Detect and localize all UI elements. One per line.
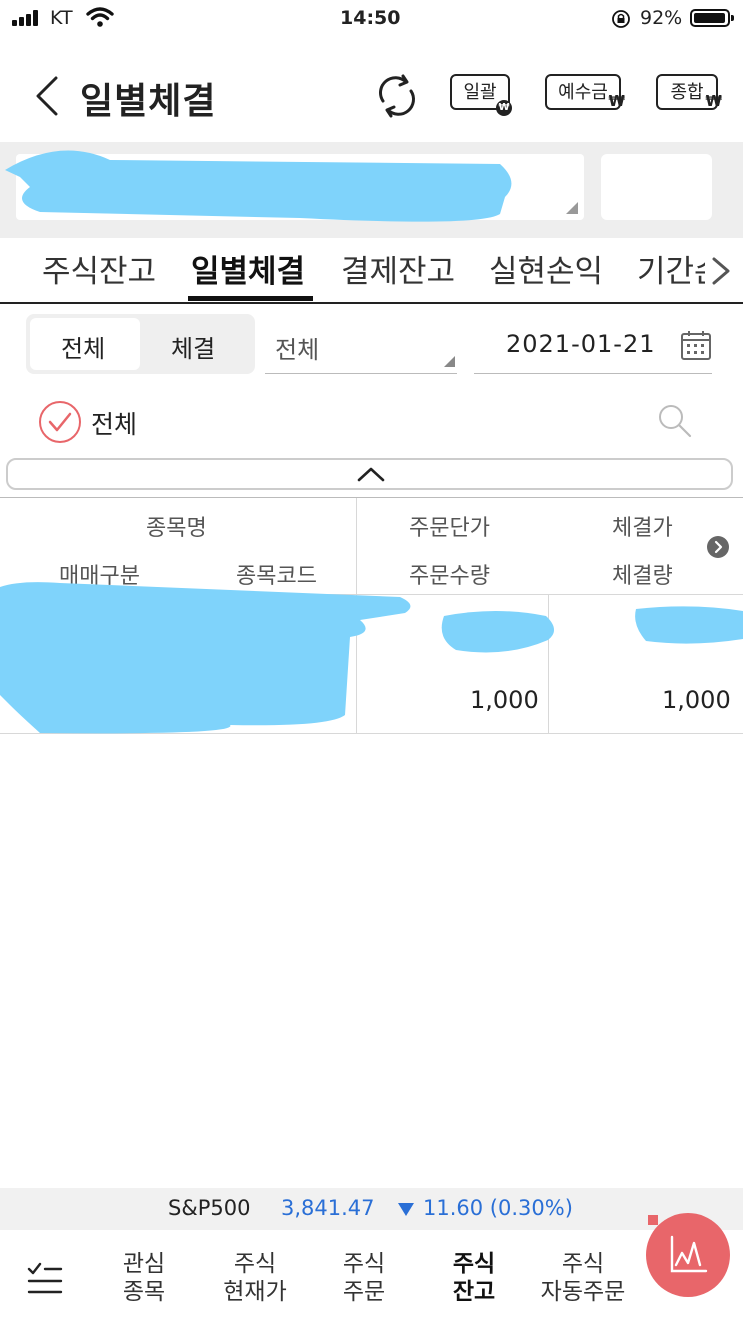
more-columns-icon[interactable]	[707, 536, 729, 558]
signal-icon	[12, 10, 42, 26]
segment-all[interactable]: 전체	[61, 329, 105, 364]
type-dropdown[interactable]: 전체	[265, 318, 457, 374]
header-stock-name: 종목명	[146, 516, 207, 541]
tab-daily-execution[interactable]: 일별체결	[191, 246, 305, 291]
chevron-up-icon	[357, 467, 385, 482]
line-chart-icon	[670, 1235, 708, 1273]
back-icon[interactable]	[34, 76, 60, 116]
redaction-mark	[635, 606, 743, 644]
battery-percent: 92%	[640, 7, 683, 29]
header-order-qty: 주문수량	[409, 564, 490, 589]
deposit-button[interactable]: 예수금 ₩	[545, 74, 625, 110]
segment-executed[interactable]: 체결	[171, 329, 215, 364]
wifi-icon	[86, 7, 114, 27]
check-circle-icon[interactable]	[38, 400, 82, 444]
nav-balance[interactable]: 주식 잔고	[434, 1250, 514, 1306]
deposit-label: 예수금	[558, 82, 608, 103]
tab-divider	[0, 302, 743, 304]
header-exec-price: 체결가	[612, 516, 673, 541]
carrier-label: KT	[50, 7, 73, 29]
orientation-lock-icon	[612, 10, 630, 28]
type-dropdown-value: 전체	[275, 336, 320, 364]
index-name: S&P500	[168, 1196, 251, 1220]
date-value: 2021-01-21	[506, 330, 656, 358]
index-value: 3,841.47	[281, 1196, 375, 1220]
nav-current-price[interactable]: 주식 현재가	[205, 1250, 305, 1306]
dropdown-corner-icon	[566, 202, 578, 214]
nav-label-line2: 현재가	[223, 1279, 287, 1305]
account-password-box[interactable]	[601, 154, 712, 220]
tab-stock-balance[interactable]: 주식잔고	[42, 246, 156, 291]
clock: 14:50	[340, 7, 401, 29]
header-order-price: 주문단가	[409, 516, 490, 541]
down-triangle-icon	[398, 1203, 414, 1216]
page-title: 일별체결	[80, 81, 217, 122]
refresh-icon[interactable]	[376, 73, 418, 119]
nav-label-line1: 주식	[342, 1251, 386, 1277]
battery-icon	[690, 9, 734, 27]
nav-label-line1: 주식	[233, 1251, 277, 1277]
tab-realized-pnl[interactable]: 실현손익	[489, 246, 603, 291]
header-exec-qty: 체결량	[612, 564, 673, 589]
segment-control: 전체 체결	[26, 314, 255, 374]
nav-label-line2: 종목	[122, 1279, 166, 1305]
redaction-mark	[5, 150, 512, 222]
index-ticker[interactable]: S&P500 3,841.47 11.60 (0.30%)	[0, 1188, 743, 1230]
nav-label-line1: 주식	[452, 1251, 496, 1277]
chevron-right-icon[interactable]	[708, 255, 734, 287]
summary-label: 종합	[670, 82, 704, 103]
nav-label-line2: 자동주문	[540, 1279, 626, 1305]
account-bar	[0, 142, 743, 238]
exec-qty-value: 1,000	[662, 686, 731, 714]
nav-order[interactable]: 주식 주문	[324, 1250, 404, 1306]
order-qty-value: 1,000	[470, 686, 539, 714]
nav-label-line1: 관심	[122, 1251, 166, 1277]
collapse-bar[interactable]	[6, 458, 733, 490]
redaction-mark	[441, 611, 555, 653]
date-field[interactable]: 2021-01-21	[474, 318, 712, 374]
nav-label-line2: 주문	[342, 1279, 386, 1305]
batch-button[interactable]: 일괄 ₩	[450, 74, 512, 116]
search-icon[interactable]	[657, 403, 693, 439]
tab-period-pnl[interactable]: 기간손	[637, 246, 705, 290]
batch-label: 일괄	[463, 82, 497, 103]
fab-corner-marker	[648, 1215, 658, 1225]
won-icon: ₩	[608, 92, 625, 110]
summary-button[interactable]: 종합 ₩	[656, 74, 722, 110]
dropdown-corner-icon	[444, 356, 455, 367]
won-icon: ₩	[705, 92, 722, 110]
status-bar: KT 14:50 92%	[0, 0, 743, 38]
won-badge-icon: ₩	[496, 100, 512, 116]
table-top-border	[0, 497, 743, 498]
bottom-nav: 관심 종목 주식 현재가 주식 주문 주식 잔고 주식 자동주문	[0, 1231, 743, 1321]
calendar-icon[interactable]	[680, 329, 712, 361]
active-tab-indicator	[188, 296, 313, 301]
index-change: 11.60 (0.30%)	[423, 1196, 573, 1220]
redaction-mark	[0, 582, 411, 734]
nav-watchlist[interactable]: 관심 종목	[104, 1250, 184, 1306]
tab-settlement-balance[interactable]: 결제잔고	[341, 246, 455, 291]
menu-icon[interactable]	[27, 1261, 63, 1295]
nav-label-line1: 주식	[561, 1251, 605, 1277]
chart-fab[interactable]	[646, 1213, 730, 1297]
nav-label-line2: 잔고	[452, 1279, 496, 1305]
tab-period-clip: 기간손	[637, 246, 705, 290]
checkbox-all-label: 전체	[91, 410, 138, 439]
nav-auto-order[interactable]: 주식 자동주문	[528, 1250, 638, 1306]
